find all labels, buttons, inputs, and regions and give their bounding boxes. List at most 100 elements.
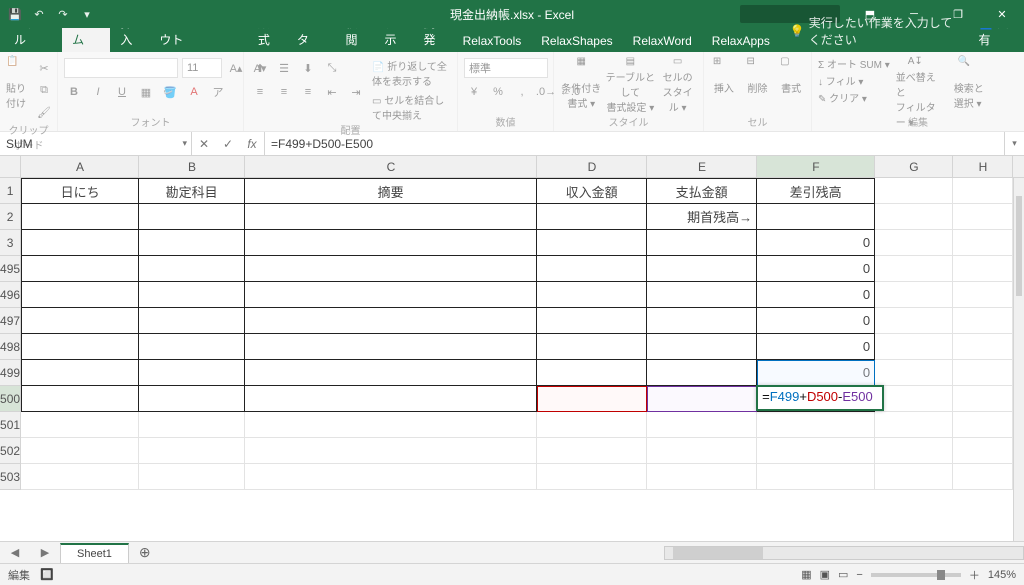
clear-button[interactable]: ✎ クリア ▾ [818,90,890,105]
cell[interactable] [537,230,647,256]
cell[interactable] [139,412,245,438]
cell[interactable] [647,412,757,438]
vertical-scrollbar[interactable] [1013,178,1024,541]
view-page-layout-button[interactable]: ▣ [820,568,830,581]
align-middle-button[interactable]: ☰ [274,58,294,78]
cell[interactable] [245,438,537,464]
align-right-button[interactable]: ≡ [298,82,318,102]
scrollbar-thumb[interactable] [673,547,763,559]
grow-font-button[interactable]: A▴ [226,58,246,78]
border-button[interactable]: ▦ [136,82,156,102]
italic-button[interactable]: I [88,82,108,102]
cell[interactable] [537,360,647,386]
zoom-slider-handle[interactable] [937,570,945,580]
tell-me[interactable]: 💡 実行したい作業を入力してください [780,10,967,52]
cell[interactable] [245,204,537,230]
cell[interactable]: 勘定科目 [139,178,245,204]
macro-record-button[interactable]: 🔲 [40,568,54,581]
tab-relaxtools[interactable]: RelaxTools [453,30,532,52]
cell[interactable] [21,438,139,464]
indent-increase-button[interactable]: ⇥ [346,82,366,102]
row-header[interactable]: 500 [0,386,21,412]
zoom-level[interactable]: 145% [988,569,1016,581]
col-header-b[interactable]: B [139,156,245,177]
sort-filter-button[interactable]: A↧並べ替えと フィルター ▾ [896,54,942,110]
copy-button[interactable]: ⧉ [34,80,54,100]
cell[interactable]: 0 [757,230,875,256]
col-header-e[interactable]: E [647,156,757,177]
cell[interactable] [139,334,245,360]
cell[interactable] [647,464,757,490]
cell[interactable] [875,334,953,360]
row-header[interactable]: 499 [0,360,21,386]
cell[interactable] [647,256,757,282]
row-header[interactable]: 1 [0,178,21,204]
cell[interactable] [537,438,647,464]
cell[interactable] [21,204,139,230]
bold-button[interactable]: B [64,82,84,102]
format-painter-button[interactable]: 🖌 [34,102,54,122]
align-top-button[interactable]: ⬆ [250,58,270,78]
cell[interactable] [139,386,245,412]
scrollbar-thumb[interactable] [1016,196,1022,296]
format-cells-button[interactable]: ▢書式 [777,54,805,110]
cell[interactable] [953,308,1013,334]
indent-decrease-button[interactable]: ⇤ [322,82,342,102]
sheet-nav-prev[interactable]: ◀ [11,546,19,559]
undo-button[interactable]: ↶ [30,5,48,23]
cell[interactable] [21,230,139,256]
cell[interactable] [139,204,245,230]
zoom-slider[interactable] [871,573,961,577]
cell[interactable]: 期首残高→ [647,204,757,230]
row-header[interactable]: 502 [0,438,21,464]
redo-button[interactable]: ↷ [54,5,72,23]
cell[interactable] [647,360,757,386]
grid[interactable]: 日にち 勘定科目 摘要 収入金額 支払金額 差引残高 期首残高→ 0 0 0 0… [21,178,1013,541]
row-header[interactable]: 503 [0,464,21,490]
phonetic-button[interactable]: ア [208,82,228,102]
cell[interactable] [21,464,139,490]
cell[interactable] [875,178,953,204]
cell[interactable]: 差引残高 [757,178,875,204]
cell[interactable] [139,230,245,256]
cell[interactable] [647,438,757,464]
cell[interactable] [245,360,537,386]
cell-styles-button[interactable]: ▭セルの スタイル ▾ [658,54,697,110]
col-header-f[interactable]: F [757,156,875,177]
row-header[interactable]: 496 [0,282,21,308]
delete-cells-button[interactable]: ⊟削除 [744,54,772,110]
cell[interactable] [875,308,953,334]
cell[interactable] [537,412,647,438]
align-left-button[interactable]: ≡ [250,82,270,102]
cell[interactable]: 摘要 [245,178,537,204]
align-center-button[interactable]: ≡ [274,82,294,102]
tab-relaxapps[interactable]: RelaxApps [702,30,780,52]
cell[interactable] [139,360,245,386]
view-normal-button[interactable]: ▦ [801,568,811,581]
find-select-button[interactable]: 🔍検索と 選択 ▾ [948,54,990,110]
cell[interactable] [875,386,953,412]
add-sheet-button[interactable]: ⊕ [129,544,161,561]
zoom-out-button[interactable]: − [856,569,862,581]
tab-relaxshapes[interactable]: RelaxShapes [531,30,622,52]
paste-button[interactable]: 📋 貼り付け [6,54,28,110]
cell[interactable] [953,256,1013,282]
font-name-select[interactable] [64,58,178,78]
cell[interactable] [953,464,1013,490]
cell[interactable] [21,256,139,282]
cell[interactable] [537,464,647,490]
cell[interactable] [953,282,1013,308]
horizontal-scrollbar[interactable] [664,546,1024,560]
cell[interactable] [245,386,537,412]
col-header-a[interactable]: A [21,156,139,177]
cell[interactable] [953,386,1013,412]
close-button[interactable]: ✕ [980,0,1024,28]
cell[interactable] [953,178,1013,204]
cell[interactable] [21,334,139,360]
cell[interactable] [245,282,537,308]
enter-formula-button[interactable]: ✓ [216,137,240,151]
orientation-button[interactable]: ⤡ [322,58,342,78]
cell[interactable] [875,412,953,438]
cell[interactable] [953,438,1013,464]
select-all-button[interactable] [0,156,21,178]
